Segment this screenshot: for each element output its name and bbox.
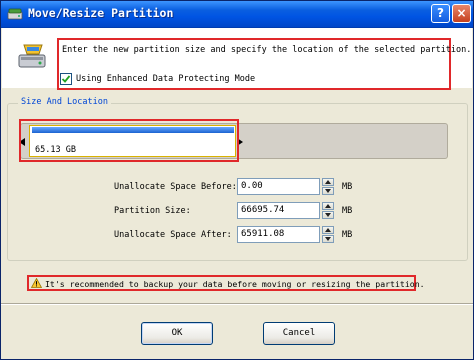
move-resize-partition-dialog: Move/Resize Partition ? × Enter the new … — [0, 0, 474, 360]
partition-size-spinner — [322, 202, 334, 219]
arrow-up-icon — [325, 204, 331, 208]
arrow-up-icon — [325, 180, 331, 184]
help-button[interactable]: ? — [431, 4, 450, 23]
partition-size-input[interactable]: 66695.74 — [237, 202, 320, 219]
disk-partition-icon — [18, 44, 46, 68]
warning-text: It's recommended to backup your data bef… — [45, 279, 425, 289]
space-before-unit: MB — [342, 182, 353, 192]
partition-app-icon — [7, 8, 23, 20]
space-before-input[interactable]: 0.00 — [237, 178, 320, 195]
space-before-down-button[interactable] — [322, 187, 334, 195]
arrow-down-icon — [325, 237, 331, 241]
partition-size-up-button[interactable] — [322, 202, 334, 210]
space-after-down-button[interactable] — [322, 235, 334, 243]
ok-button[interactable]: OK — [141, 322, 213, 345]
window-title: Move/Resize Partition — [28, 6, 174, 20]
cancel-button[interactable]: Cancel — [263, 322, 335, 345]
instruction-text: Enter the new partition size and specify… — [62, 45, 472, 55]
partition-size-unit: MB — [342, 206, 353, 216]
enhanced-protection-label[interactable]: Using Enhanced Data Protecting Mode — [76, 74, 255, 84]
space-before-up-button[interactable] — [322, 178, 334, 186]
warning-icon — [31, 278, 42, 288]
arrow-down-icon — [325, 213, 331, 217]
close-button[interactable]: × — [452, 4, 471, 23]
space-after-input[interactable]: 65911.08 — [237, 226, 320, 243]
group-title: Size And Location — [18, 97, 111, 107]
partition-highlight — [19, 119, 239, 162]
arrow-down-icon — [325, 189, 331, 193]
space-after-unit: MB — [342, 230, 353, 240]
space-before-label: Unallocate Space Before: — [114, 182, 237, 192]
arrow-up-icon — [325, 228, 331, 232]
space-before-spinner — [322, 178, 334, 195]
partition-size-down-button[interactable] — [322, 211, 334, 219]
checkmark-icon — [61, 75, 71, 83]
title-bar[interactable]: Move/Resize Partition ? × — [1, 1, 473, 28]
space-after-label: Unallocate Space After: — [114, 230, 232, 240]
space-after-up-button[interactable] — [322, 226, 334, 234]
partition-size-field-label: Partition Size: — [114, 206, 191, 216]
enhanced-protection-checkbox[interactable] — [60, 73, 72, 85]
space-after-spinner — [322, 226, 334, 243]
footer-separator — [1, 303, 473, 305]
